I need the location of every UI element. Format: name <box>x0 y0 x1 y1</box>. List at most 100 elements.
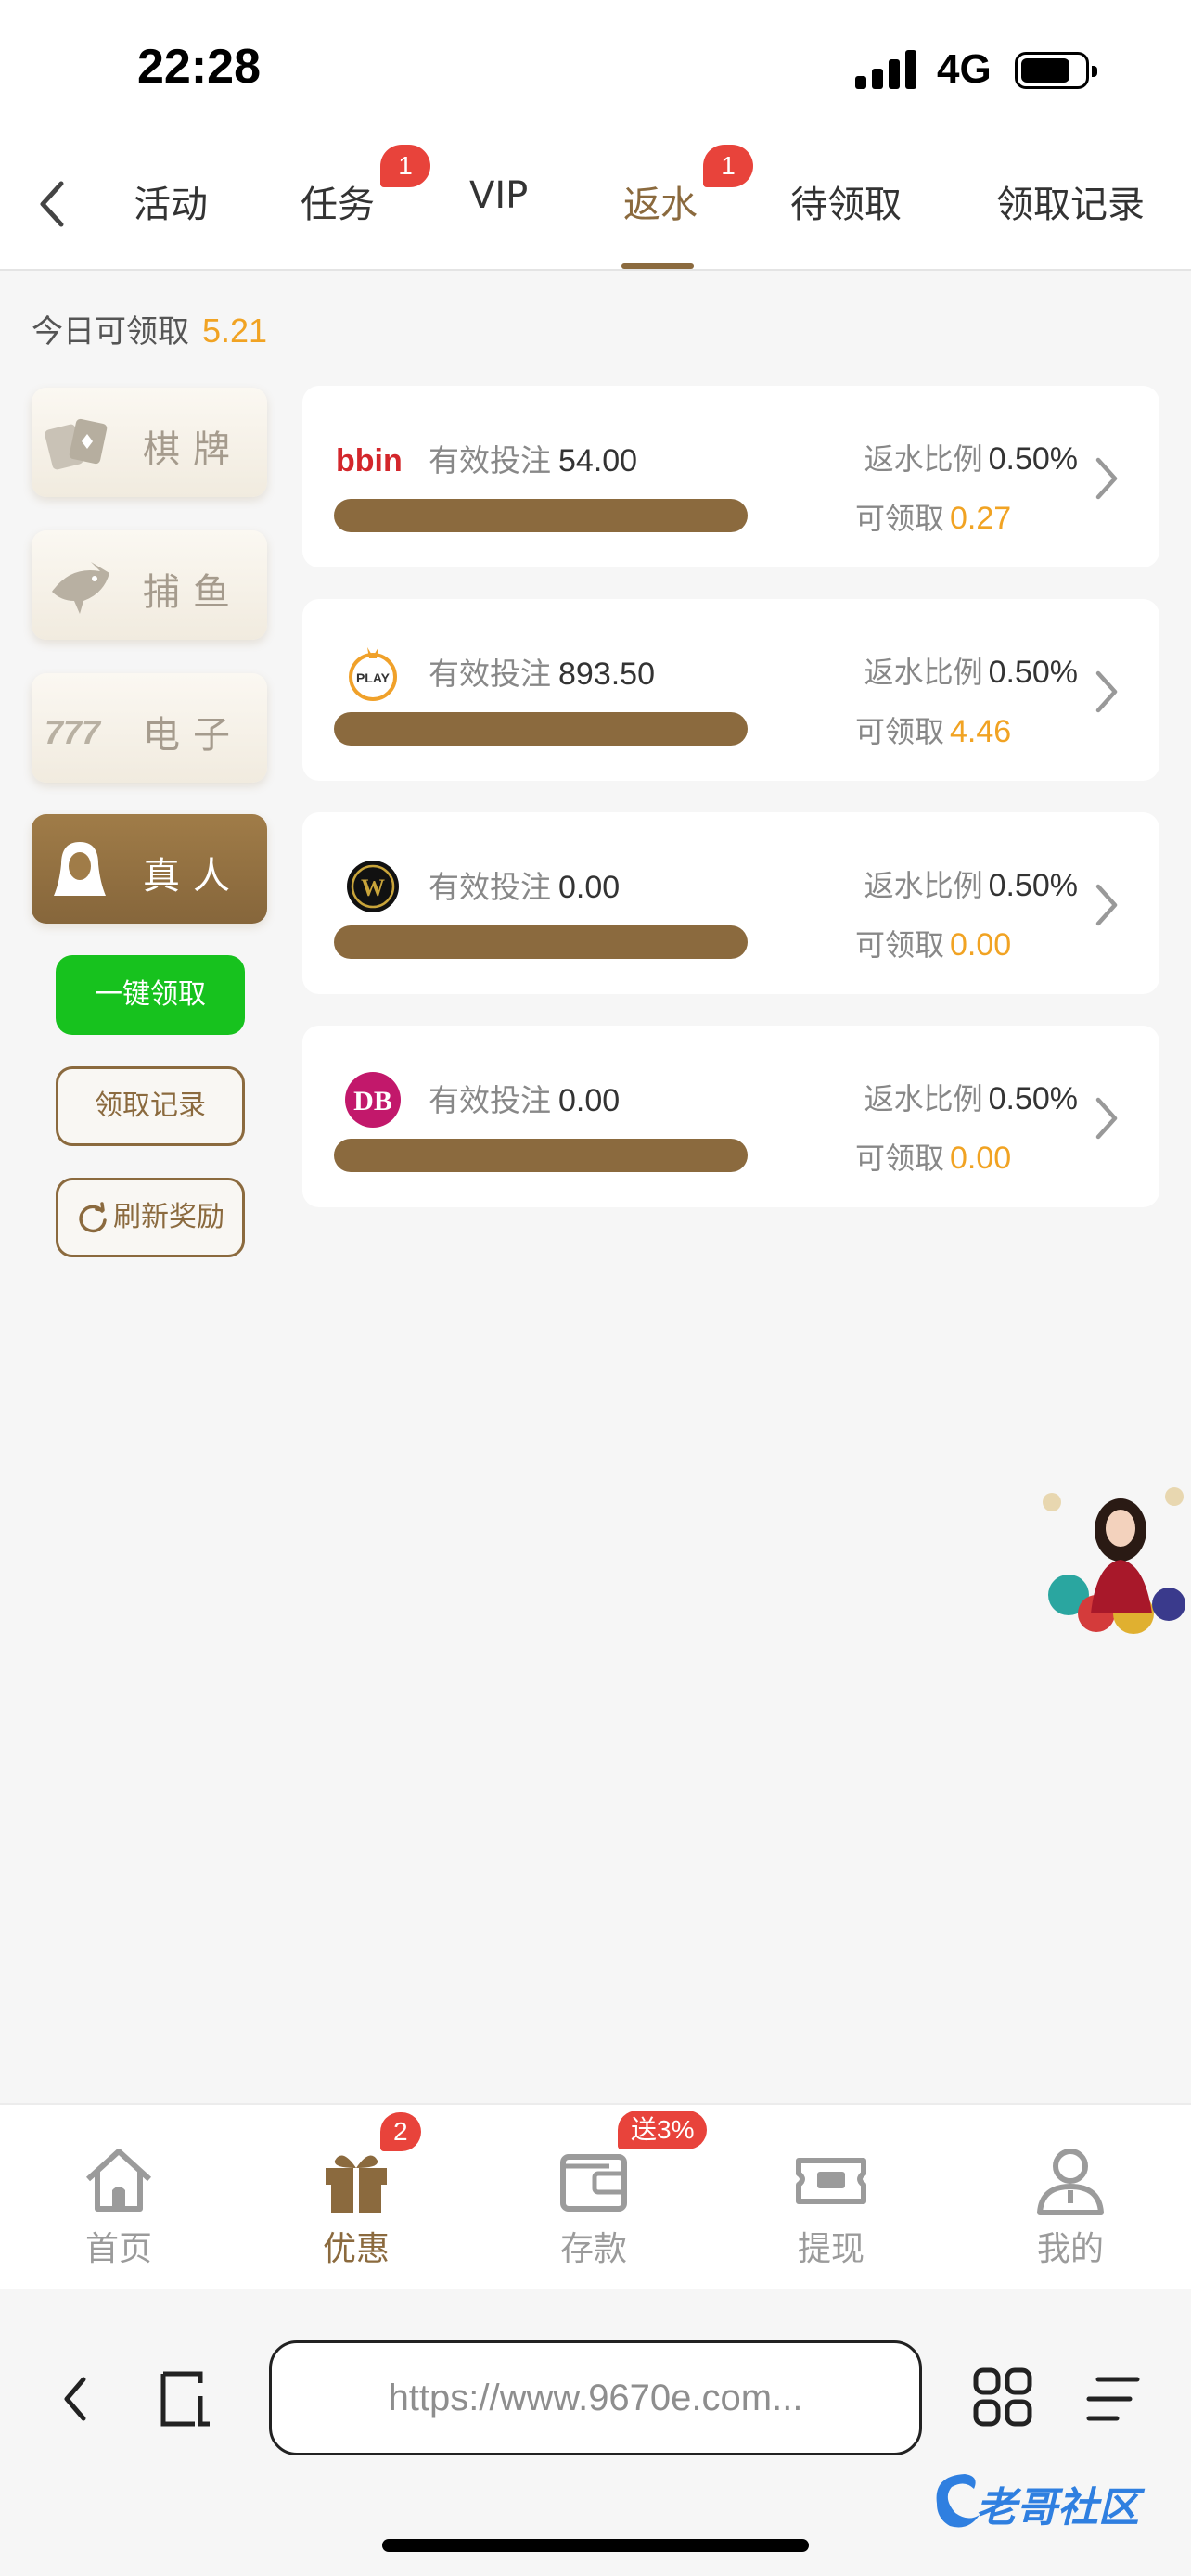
rebate-rate: 返水比例 0.50% <box>864 436 1078 478</box>
tab-vip[interactable]: VIP <box>469 174 528 217</box>
battery-icon <box>1015 52 1097 89</box>
chevron-right-icon <box>1095 884 1118 926</box>
claimable-value: 0.27 <box>950 501 1012 536</box>
claim-all-button[interactable]: 一键领取 <box>56 955 245 1035</box>
bet-amount: 有效投注 0.00 <box>429 862 620 907</box>
claimable-value: 0.00 <box>950 1141 1012 1176</box>
withdraw-icon <box>796 2158 866 2204</box>
rate-value: 0.50% <box>988 868 1078 903</box>
floating-promo-widget[interactable] <box>1031 1474 1191 1641</box>
tab-activity[interactable]: 活动 <box>134 174 208 228</box>
pp-logo-text: PLAY <box>356 670 391 685</box>
nav-label: 首页 <box>84 2230 152 2268</box>
tab-tasks[interactable]: 任务 <box>301 174 375 228</box>
db-logo-icon: DB <box>345 1072 401 1128</box>
nav-profile[interactable]: 我的 <box>987 2142 1154 2270</box>
tab-pending[interactable]: 待领取 <box>790 174 902 228</box>
category-chess-cards[interactable]: 棋牌 <box>32 388 267 497</box>
live-dealer-icon <box>54 842 106 896</box>
back-chevron-icon[interactable] <box>32 176 72 232</box>
nav-label: 存款 <box>559 2230 627 2268</box>
user-icon <box>1037 2149 1104 2215</box>
nav-withdraw[interactable]: 提现 <box>748 2142 915 2270</box>
category-live[interactable]: 真人 <box>32 814 267 924</box>
cards-icon <box>45 418 108 470</box>
pragmatic-play-logo-icon: PLAY <box>349 647 397 701</box>
home-indicator <box>382 2539 809 2552</box>
claimable-label: 可领取 <box>855 927 945 963</box>
bet-label: 有效投注 <box>429 442 551 478</box>
rebate-card-db[interactable]: DB 有效投注 0.00 返水比例 0.50% 可领取 0.00 <box>302 1026 1159 1207</box>
rate-value: 0.50% <box>988 655 1078 690</box>
svg-text:777: 777 <box>45 713 102 751</box>
refresh-rewards-button[interactable]: 刷新奖励 <box>56 1178 245 1257</box>
slot-777-icon: 777 <box>45 713 102 751</box>
chevron-right-icon <box>1095 670 1118 713</box>
nav-deposit[interactable]: 存款 <box>510 2142 677 2270</box>
rebate-card-pp[interactable]: PLAY 有效投注 893.50 返水比例 0.50% 可领取 4.46 <box>302 599 1159 781</box>
bet-progress-bar <box>334 499 748 532</box>
status-time: 22:28 <box>137 40 261 94</box>
claimable-amount: 可领取 4.46 <box>855 708 1011 751</box>
rate-label: 返水比例 <box>864 441 983 477</box>
nav-label: 优惠 <box>322 2230 390 2268</box>
claimable-amount: 可领取 0.00 <box>855 922 1011 964</box>
claimable-amount: 可领取 0.00 <box>855 1135 1011 1178</box>
bet-progress-bar <box>334 712 748 746</box>
bbin-logo-icon: bbin <box>336 443 403 478</box>
claimable-value: 4.46 <box>950 714 1012 749</box>
bet-value: 893.50 <box>558 657 655 692</box>
claimable-value: 0.00 <box>950 927 1012 963</box>
nav-label: 提现 <box>797 2230 864 2268</box>
rebate-card-bbin[interactable]: bbin 有效投注 54.00 返水比例 0.50% 可领取 0.27 <box>302 386 1159 567</box>
category-fishing[interactable]: 捕鱼 <box>32 530 267 640</box>
chevron-right-icon <box>1095 457 1118 500</box>
tab-tasks-badge: 1 <box>380 145 430 187</box>
nav-home[interactable]: 首页 <box>35 2142 202 2270</box>
rate-value: 0.50% <box>988 1081 1078 1116</box>
nav-label: 我的 <box>1036 2230 1104 2268</box>
tab-claim-records[interactable]: 领取记录 <box>996 174 1145 228</box>
bbin-logo-text: bbin <box>336 443 403 478</box>
url-bar[interactable]: https://www.9670e.com... <box>269 2340 922 2455</box>
tab-rebate[interactable]: 返水 <box>623 174 698 228</box>
claimable-label: 可领取 <box>855 1141 945 1176</box>
today-claimable-amount: 5.21 <box>202 312 268 350</box>
rebate-rate: 返水比例 0.50% <box>864 649 1078 692</box>
bet-amount: 有效投注 893.50 <box>429 649 655 694</box>
browser-tab-switch-icon[interactable] <box>158 2368 219 2429</box>
watermark-logo: 老哥社区 <box>928 2467 1178 2541</box>
bet-label: 有效投注 <box>429 656 551 692</box>
nav-promotions[interactable]: 优惠 <box>273 2142 440 2270</box>
menu-lines-icon[interactable] <box>1085 2374 1141 2424</box>
claim-records-button[interactable]: 领取记录 <box>56 1066 245 1146</box>
claim-records-label: 领取记录 <box>95 1090 206 1122</box>
bottom-nav: 首页 优惠 2 存款 送3% 提现 我的 <box>0 2103 1191 2289</box>
status-bar: 22:28 4G <box>0 0 1191 139</box>
today-claimable: 今日可领取 5.21 <box>32 306 267 351</box>
nav-promotions-badge: 2 <box>380 2112 421 2151</box>
apps-grid-icon[interactable] <box>972 2366 1033 2428</box>
shark-icon <box>52 562 109 614</box>
tab-header: 活动 任务 1 VIP 返水 1 待领取 领取记录 <box>0 139 1191 271</box>
w-logo-text: W <box>361 874 385 901</box>
browser-back-icon[interactable] <box>59 2372 91 2426</box>
gift-icon <box>326 2155 387 2213</box>
bet-amount: 有效投注 54.00 <box>429 436 637 480</box>
bet-value: 0.00 <box>558 1083 621 1118</box>
rebate-rate: 返水比例 0.50% <box>864 862 1078 905</box>
bet-progress-bar <box>334 1139 748 1172</box>
category-label: 棋牌 <box>143 428 243 471</box>
claimable-amount: 可领取 0.27 <box>855 495 1011 538</box>
today-claimable-label: 今日可领取 <box>32 313 189 351</box>
refresh-icon <box>79 1201 107 1232</box>
nav-deposit-badge: 送3% <box>618 2111 708 2149</box>
home-icon <box>85 2149 152 2212</box>
rebate-rate: 返水比例 0.50% <box>864 1076 1078 1118</box>
category-label: 捕鱼 <box>143 571 243 614</box>
w-logo-icon: W <box>347 861 399 912</box>
category-slots[interactable]: 777 电子 <box>32 673 267 783</box>
rebate-card-w[interactable]: W 有效投注 0.00 返水比例 0.50% 可领取 0.00 <box>302 812 1159 994</box>
rate-label: 返水比例 <box>864 1081 983 1116</box>
rate-label: 返水比例 <box>864 655 983 690</box>
